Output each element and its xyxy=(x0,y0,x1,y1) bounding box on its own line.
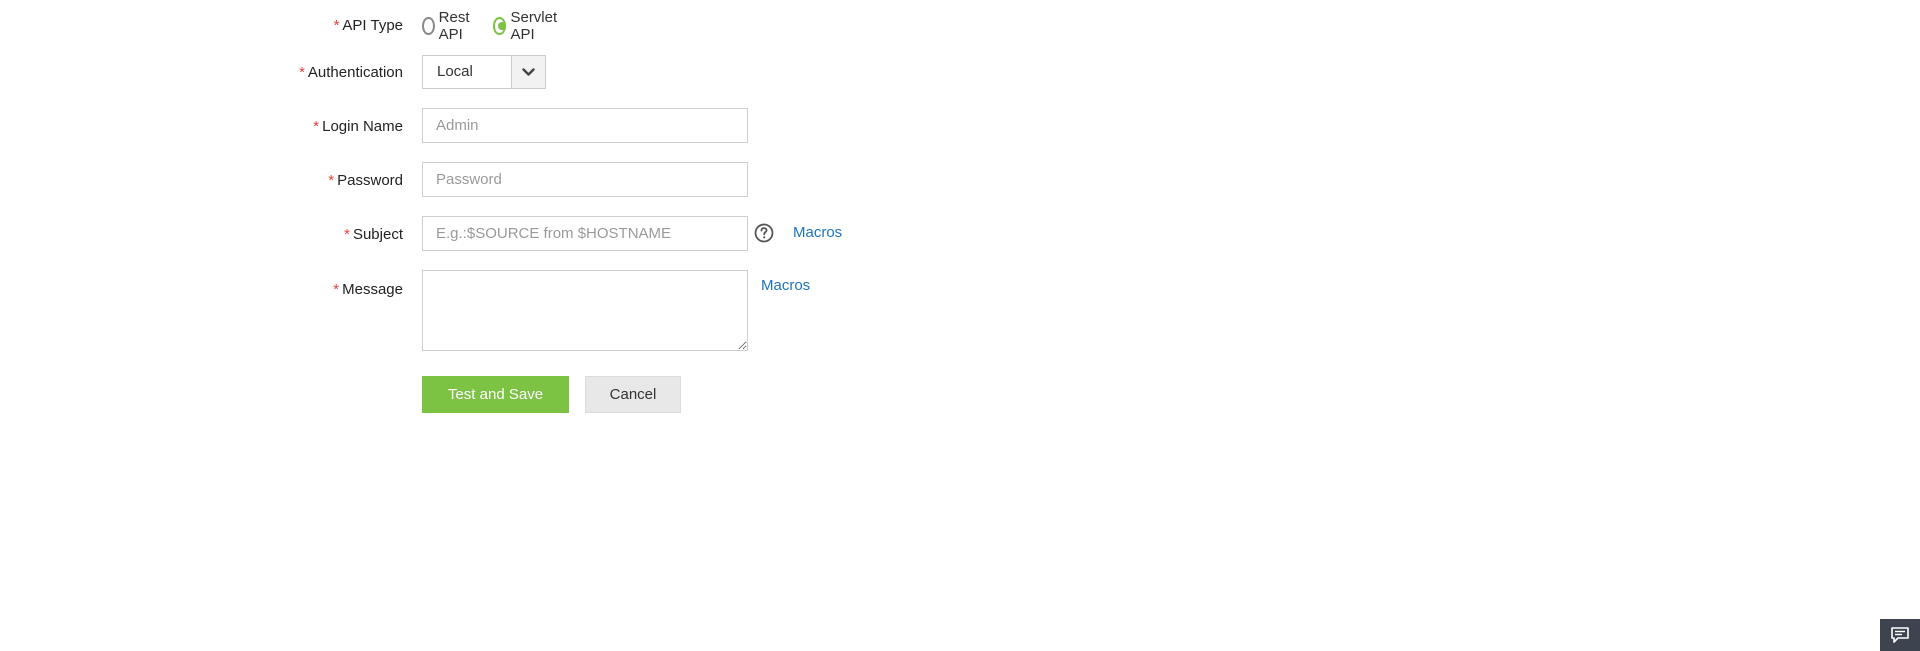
authentication-select-value: Local xyxy=(437,63,473,80)
test-and-save-button[interactable]: Test and Save xyxy=(422,376,569,413)
authentication-dropdown-button[interactable] xyxy=(511,56,545,88)
required-marker: * xyxy=(333,17,340,34)
required-marker: * xyxy=(313,118,320,135)
login-name-label: * Login Name xyxy=(313,118,403,135)
authentication-select[interactable]: Local xyxy=(422,55,546,89)
radio-rest-api-circle[interactable] xyxy=(422,17,435,35)
chevron-down-icon xyxy=(522,67,535,76)
subject-label: * Subject xyxy=(344,226,403,243)
api-settings-form: * API Type Rest API Servlet API * Authenti… xyxy=(0,0,1920,651)
radio-rest-api-label: Rest API xyxy=(438,9,470,43)
question-circle-icon[interactable] xyxy=(754,223,774,243)
password-label: * Password xyxy=(328,172,403,189)
cancel-button[interactable]: Cancel xyxy=(585,376,681,413)
required-marker: * xyxy=(344,226,350,243)
subject-input[interactable] xyxy=(422,216,748,251)
message-macros-link[interactable]: Macros xyxy=(761,277,810,294)
authentication-label: * Authentication xyxy=(299,64,403,81)
password-input[interactable] xyxy=(422,162,748,197)
chat-widget-button[interactable] xyxy=(1880,619,1920,651)
radio-rest-api[interactable]: Rest API xyxy=(422,9,475,43)
radio-servlet-api-circle[interactable] xyxy=(492,17,507,35)
radio-servlet-api-label: Servlet API xyxy=(510,9,558,43)
login-name-input[interactable] xyxy=(422,108,748,143)
message-textarea[interactable] xyxy=(422,270,748,351)
message-label: * Message xyxy=(333,281,403,298)
chat-icon xyxy=(1891,627,1909,643)
api-type-radio-group: Rest API Servlet API xyxy=(422,9,580,43)
subject-macros-link[interactable]: Macros xyxy=(793,224,842,241)
radio-servlet-api[interactable]: Servlet API xyxy=(492,9,562,43)
required-marker: * xyxy=(333,281,340,298)
api-type-label: * API Type xyxy=(333,17,403,34)
required-marker: * xyxy=(299,64,305,81)
required-marker: * xyxy=(328,172,335,189)
